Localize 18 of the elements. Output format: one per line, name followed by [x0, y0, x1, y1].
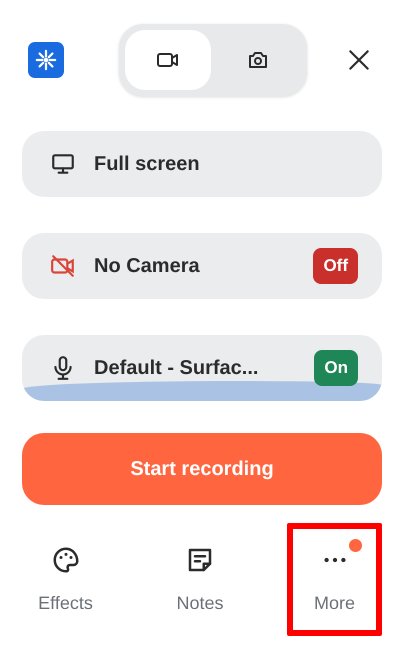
source-option[interactable]: Default - Surfac... On [22, 335, 382, 401]
nav-item[interactable]: More [287, 523, 382, 636]
nav-item[interactable]: Effects [18, 523, 113, 636]
source-label: Full screen [94, 152, 201, 176]
source-label: Default - Surfac... [94, 356, 260, 380]
status-badge: On [314, 350, 358, 386]
source-option[interactable]: No Camera Off [22, 233, 382, 299]
source-label: No Camera [94, 254, 201, 278]
source-option[interactable]: Full screen [22, 131, 382, 197]
more-icon [322, 557, 346, 563]
palette-icon [50, 545, 80, 575]
start-recording-button[interactable]: Start recording [22, 433, 382, 505]
notification-dot [349, 539, 362, 552]
camera-off-icon [50, 253, 76, 279]
video-tab[interactable] [125, 30, 211, 90]
nav-item[interactable]: Notes [152, 523, 248, 636]
status-badge: Off [313, 248, 358, 284]
logo-icon [28, 42, 64, 78]
